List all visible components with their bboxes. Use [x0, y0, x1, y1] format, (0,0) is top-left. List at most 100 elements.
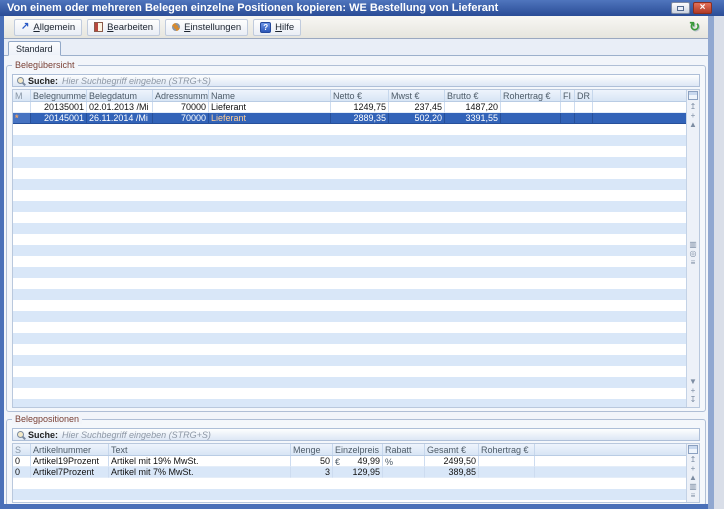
menu-einstellungen[interactable]: Einstellungen [165, 19, 248, 36]
beleguebersicht-grid: MBelegnummeBelegdatumAdressnummNameNetto… [12, 89, 700, 408]
search-icon [17, 431, 24, 438]
empty-row[interactable] [13, 223, 686, 234]
column-header[interactable]: Einzelpreis € [333, 444, 383, 455]
column-header[interactable]: Artikelnummer [31, 444, 109, 455]
empty-row[interactable] [13, 489, 686, 500]
column-header[interactable]: M [13, 90, 31, 101]
table-row[interactable]: 0Artikel7ProzentArtikel mit 7% MwSt.3129… [13, 467, 686, 478]
menu-einstellungen-label: Einstellungen [184, 22, 241, 33]
beleguebersicht-label: Belegübersicht [12, 60, 78, 70]
menu-allgemein[interactable]: ↗ Allgemein [14, 19, 82, 36]
add-row-icon[interactable]: + [691, 387, 696, 395]
table-row[interactable]: 0Artikel19ProzentArtikel mit 19% MwSt.50… [13, 456, 686, 467]
column-header[interactable]: DR [575, 90, 593, 101]
first-row-icon[interactable]: ↥ [690, 103, 697, 111]
column-header[interactable]: Netto € [331, 90, 389, 101]
empty-row[interactable] [13, 311, 686, 322]
empty-row[interactable] [13, 234, 686, 245]
column-header[interactable]: FI [561, 90, 575, 101]
empty-row[interactable] [13, 478, 686, 489]
belegpositionen-search-input[interactable] [62, 430, 695, 440]
column-header[interactable]: Rohertrag € [501, 90, 561, 101]
empty-row[interactable] [13, 300, 686, 311]
empty-row[interactable] [13, 190, 686, 201]
add-row-icon[interactable]: + [691, 112, 696, 120]
columns-icon[interactable]: ▥ [689, 483, 697, 491]
empty-row[interactable] [13, 179, 686, 190]
empty-row[interactable] [13, 344, 686, 355]
empty-row[interactable] [13, 267, 686, 278]
empty-row[interactable] [13, 289, 686, 300]
empty-row[interactable] [13, 124, 686, 135]
titlebar: Von einem oder mehreren Belegen einzelne… [0, 0, 724, 16]
scroll-up-icon[interactable]: ▲ [689, 474, 697, 482]
list-icon[interactable]: ≡ [691, 492, 696, 500]
empty-row[interactable] [13, 366, 686, 377]
column-header[interactable]: Text [109, 444, 291, 455]
list-icon[interactable]: ≡ [691, 259, 696, 267]
table-row[interactable]: 2013500102.01.2013 /Mi70000Lieferant1249… [13, 102, 686, 113]
empty-row[interactable] [13, 256, 686, 267]
columns-icon[interactable]: ▥ [689, 241, 697, 249]
column-header[interactable]: Menge [291, 444, 333, 455]
maximize-button[interactable] [671, 2, 690, 14]
menu-allgemein-label: Allgemein [33, 22, 75, 33]
column-header[interactable]: Belegdatum [87, 90, 153, 101]
beleguebersicht-grid-body[interactable]: 2013500102.01.2013 /Mi70000Lieferant1249… [13, 102, 686, 407]
empty-row[interactable] [13, 278, 686, 289]
column-chooser-icon[interactable] [688, 91, 698, 100]
add-row-icon[interactable]: + [691, 465, 696, 473]
belegpositionen-header-row: SArtikelnummerTextMengeEinzelpreis €Raba… [13, 444, 686, 456]
maximize-icon [677, 6, 684, 11]
column-header[interactable]: Belegnumme [31, 90, 87, 101]
column-chooser-icon[interactable] [688, 445, 698, 454]
empty-row[interactable] [13, 245, 686, 256]
empty-row[interactable] [13, 212, 686, 223]
empty-row[interactable] [13, 399, 686, 407]
empty-row[interactable] [13, 500, 686, 502]
search-label: Suche: [28, 76, 58, 86]
beleguebersicht-search-input[interactable] [62, 76, 695, 86]
column-header[interactable]: Name [209, 90, 331, 101]
tab-strip: Standard [4, 39, 708, 56]
belegpositionen-grid-body[interactable]: 0Artikel19ProzentArtikel mit 19% MwSt.50… [13, 456, 686, 502]
empty-row[interactable] [13, 201, 686, 212]
empty-row[interactable] [13, 333, 686, 344]
tab-standard[interactable]: Standard [8, 41, 61, 56]
column-header[interactable]: Rohertrag € [479, 444, 535, 455]
zoom-icon[interactable]: ◎ [690, 250, 697, 258]
close-icon: × [700, 3, 706, 13]
empty-row[interactable] [13, 388, 686, 399]
menu-hilfe[interactable]: ? Hilfe [253, 19, 301, 36]
empty-row[interactable] [13, 157, 686, 168]
cell: Lieferant [209, 102, 331, 113]
column-header[interactable]: Adressnumm [153, 90, 209, 101]
menu-bearbeiten[interactable]: Bearbeiten [87, 19, 160, 36]
cell: 02.01.2013 /Mi [87, 102, 153, 113]
cell: Artikel mit 7% MwSt. [109, 467, 291, 478]
last-row-icon[interactable]: ↧ [690, 396, 697, 404]
scroll-up-icon[interactable]: ▲ [689, 121, 697, 129]
first-row-icon[interactable]: ↥ [690, 456, 697, 464]
close-button[interactable]: × [693, 2, 712, 14]
empty-row[interactable] [13, 355, 686, 366]
scroll-down-icon[interactable]: ▼ [689, 378, 697, 386]
cell [383, 467, 425, 478]
belegpositionen-label: Belegpositionen [12, 414, 82, 424]
refresh-icon[interactable]: ↻ [689, 20, 700, 33]
cell: 3391,55 [445, 113, 501, 124]
column-header[interactable]: S [13, 444, 31, 455]
empty-row[interactable] [13, 146, 686, 157]
empty-row[interactable] [13, 322, 686, 333]
column-header[interactable]: Mwst € [389, 90, 445, 101]
cell: 0 [13, 467, 31, 478]
column-header[interactable]: Gesamt € [425, 444, 479, 455]
empty-row[interactable] [13, 135, 686, 146]
empty-row[interactable] [13, 377, 686, 388]
app-window: Von einem oder mehreren Belegen einzelne… [0, 0, 724, 509]
column-header[interactable]: Brutto € [445, 90, 501, 101]
empty-row[interactable] [13, 168, 686, 179]
table-row[interactable]: *2014500126.11.2014 /Mi70000Lieferant288… [13, 113, 686, 124]
column-header[interactable]: Rabatt % [383, 444, 425, 455]
cell-filler [535, 467, 686, 478]
